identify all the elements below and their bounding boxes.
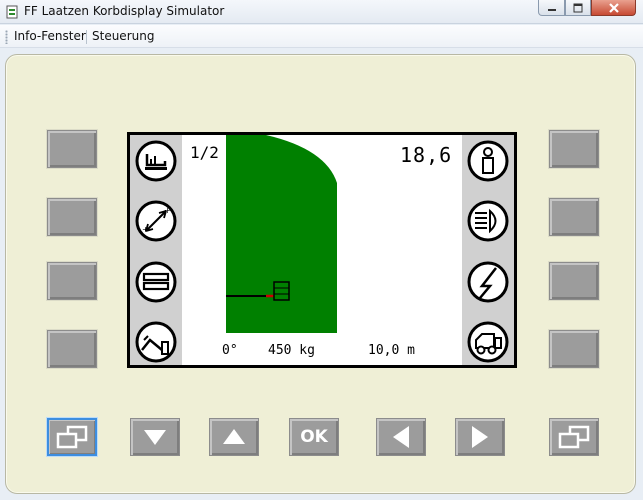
- maximize-icon: [573, 3, 583, 12]
- basket-icon: [135, 140, 177, 182]
- left-softkey-2[interactable]: [47, 198, 97, 236]
- right-softkey-1[interactable]: [549, 130, 599, 168]
- right-softkey-3[interactable]: [549, 262, 599, 300]
- left-button[interactable]: [376, 418, 426, 456]
- window-title: FF Laatzen Korbdisplay Simulator: [24, 4, 225, 18]
- working-area-graphic: [226, 135, 337, 333]
- fold-boom-icon: [135, 321, 177, 363]
- device-panel: + + 1/2 18,6 0° 450 kg 10,0 m OK: [5, 54, 636, 494]
- menu-info-fenster[interactable]: Info-Fenster: [12, 29, 88, 43]
- app-icon: [6, 5, 18, 19]
- lightning-icon: [467, 261, 509, 303]
- toolbar-grip[interactable]: [5, 30, 8, 44]
- maximize-button[interactable]: [565, 0, 591, 16]
- left-softkey-1[interactable]: [47, 130, 97, 168]
- close-button[interactable]: [591, 0, 636, 16]
- left-softkey-4[interactable]: [47, 330, 97, 368]
- display-area: + + 1/2 18,6 0° 450 kg 10,0 m: [130, 135, 514, 365]
- screen-switch-left-button[interactable]: [47, 418, 97, 456]
- menu-bar: Info-Fenster Steuerung: [0, 25, 643, 48]
- person-info-icon: [467, 140, 509, 182]
- arrow-down-icon: [144, 430, 166, 445]
- basket-marker: [273, 281, 290, 301]
- screen-switch-right-button[interactable]: [549, 418, 599, 456]
- windows-icon: [56, 425, 88, 449]
- right-button[interactable]: [455, 418, 505, 456]
- windows-icon: [558, 425, 590, 449]
- menu-separator: [86, 30, 87, 44]
- minimize-button[interactable]: [538, 0, 565, 16]
- right-icon-column: [462, 135, 514, 365]
- close-icon: [608, 2, 619, 13]
- down-button[interactable]: [130, 418, 180, 456]
- length-readout: 10,0 m: [368, 343, 415, 358]
- load-readout: 450 kg: [268, 343, 315, 358]
- left-icon-column: + +: [130, 135, 182, 365]
- right-softkey-4[interactable]: [549, 330, 599, 368]
- up-button[interactable]: [209, 418, 259, 456]
- svg-text:+: +: [142, 225, 149, 234]
- arrow-right-icon: [472, 426, 488, 448]
- ok-button[interactable]: OK: [289, 418, 339, 456]
- display-screen: + + 1/2 18,6 0° 450 kg 10,0 m: [127, 132, 517, 368]
- vehicle-icon: [467, 321, 509, 363]
- stack-icon: [135, 261, 177, 303]
- angle-readout: 0°: [222, 343, 238, 358]
- page-indicator: 1/2: [190, 143, 219, 162]
- height-readout: 18,6: [400, 143, 453, 167]
- right-softkey-2[interactable]: [549, 198, 599, 236]
- ok-label: OK: [300, 427, 328, 447]
- working-area-envelope: [226, 135, 337, 333]
- arrow-left-icon: [393, 426, 409, 448]
- arrow-up-icon: [223, 429, 245, 444]
- boom-extend-icon: + +: [135, 200, 177, 242]
- svg-text:+: +: [164, 206, 171, 215]
- minimize-icon: [547, 8, 556, 11]
- title-bar: FF Laatzen Korbdisplay Simulator: [0, 0, 643, 24]
- left-softkey-3[interactable]: [47, 262, 97, 300]
- menu-steuerung[interactable]: Steuerung: [90, 29, 156, 43]
- headlight-icon: [467, 200, 509, 242]
